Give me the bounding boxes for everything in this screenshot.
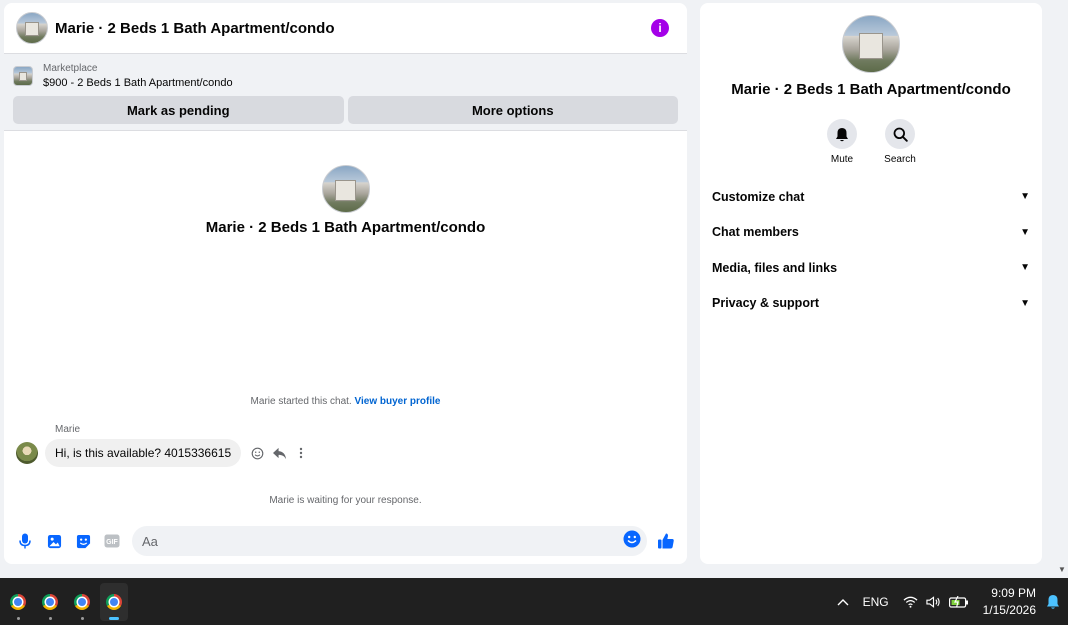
conversation-info-panel: Marie · 2 Beds 1 Bath Apartment/condo Mu… [700,3,1042,564]
chat-intro: Marie · 2 Beds 1 Bath Apartment/condo [4,165,687,236]
message-bubble[interactable]: Hi, is this available? 4015336615 [45,439,242,467]
waiting-notice: Marie is waiting for your response. [269,495,422,506]
section-label: Privacy & support [712,296,819,311]
gif-icon[interactable]: GIF [99,528,125,554]
volume-icon[interactable] [925,595,941,608]
chat-panel: Marie · 2 Beds 1 Bath Apartment/condo i … [4,3,687,564]
clock[interactable]: 9:09 PM 1/15/2026 [983,585,1036,619]
chrome-icon [106,593,122,610]
emoji-icon[interactable] [623,530,641,553]
taskbar-chrome-window-2[interactable] [36,583,64,621]
message-row: Hi, is this available? 4015336615 [16,439,309,467]
battery-charging-icon[interactable] [948,595,969,608]
chrome-icon [42,593,58,610]
bell-icon [836,127,848,141]
message-input[interactable] [142,533,623,549]
chevron-up-icon[interactable] [837,598,849,606]
search-icon [893,127,908,142]
customize-chat-section[interactable]: Customize chat ▼ [712,179,1030,215]
chrome-icon [74,593,90,610]
chat-header: Marie · 2 Beds 1 Bath Apartment/condo i [4,3,687,54]
section-label: Media, files and links [712,260,838,275]
microphone-icon[interactable] [12,528,38,554]
more-options-button[interactable]: More options [347,96,678,124]
chevron-down-icon: ▼ [1020,226,1030,238]
language-indicator[interactable]: ENG [863,595,889,609]
chevron-down-icon: ▼ [1020,262,1030,274]
chat-avatar[interactable] [16,12,48,44]
section-label: Chat members [712,225,799,240]
wifi-icon[interactable] [903,596,918,608]
more-actions-icon[interactable] [293,445,309,461]
chat-started-notice: Marie started this chat. View buyer prof… [4,396,687,407]
info-avatar[interactable] [842,15,900,73]
info-title: Marie · 2 Beds 1 Bath Apartment/condo [731,81,1011,98]
info-icon[interactable]: i [651,19,669,37]
section-label: Customize chat [712,189,805,204]
search-button[interactable]: Search [884,119,916,165]
chrome-icon [10,593,26,610]
search-label: Search [884,154,916,165]
reply-icon[interactable] [271,445,287,461]
react-icon[interactable] [249,445,265,461]
marketplace-label: Marketplace [43,63,98,74]
sender-avatar[interactable] [16,442,38,464]
chat-members-section[interactable]: Chat members ▼ [712,215,1030,251]
listing-thumbnail [13,66,33,86]
listing-summary[interactable]: Marketplace $900 - 2 Beds 1 Bath Apartme… [13,62,678,90]
composer: GIF [4,518,687,564]
sticker-icon[interactable] [70,528,96,554]
taskbar: ENG 9:09 PM 1/15/2026 [0,578,1068,625]
intro-title: Marie · 2 Beds 1 Bath Apartment/condo [205,219,486,236]
clock-date: 1/15/2026 [982,602,1036,617]
listing-price-title: $900 - 2 Beds 1 Bath Apartment/condo [43,77,233,89]
scroll-down-arrow[interactable]: ▼ [1058,565,1066,574]
mute-button[interactable]: Mute [827,119,857,165]
mark-as-pending-button[interactable]: Mark as pending [13,96,344,124]
view-buyer-profile-link[interactable]: View buyer profile [354,396,440,407]
system-tray: ENG 9:09 PM 1/15/2026 [837,578,1068,625]
privacy-support-section[interactable]: Privacy & support ▼ [712,286,1030,322]
mute-label: Mute [830,154,854,165]
notification-bell-icon[interactable] [1046,594,1060,610]
photo-icon[interactable] [41,528,67,554]
message-input-container [132,526,647,556]
intro-avatar [321,165,370,213]
media-files-links-section[interactable]: Media, files and links ▼ [712,250,1030,286]
sender-name: Marie [55,424,81,435]
marketplace-bar: Marketplace $900 - 2 Beds 1 Bath Apartme… [4,54,687,131]
thumbs-up-icon[interactable] [653,528,679,554]
clock-time: 9:09 PM [991,585,1036,600]
chevron-down-icon: ▼ [1020,191,1030,203]
taskbar-chrome-window-3[interactable] [68,583,96,621]
svg-text:GIF: GIF [106,539,118,546]
chat-title[interactable]: Marie · 2 Beds 1 Bath Apartment/condo [55,20,651,37]
taskbar-chrome-window-1[interactable] [4,583,32,621]
chevron-down-icon: ▼ [1020,297,1030,309]
taskbar-chrome-window-active[interactable] [100,582,128,621]
chat-started-text: Marie started this chat. [250,396,352,407]
